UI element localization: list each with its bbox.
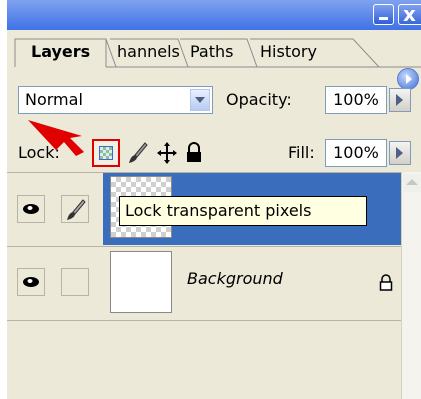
fill-slider-button[interactable] (389, 141, 411, 165)
blend-mode-value: Normal (25, 90, 83, 109)
opacity-slider-button[interactable] (389, 88, 411, 112)
layer-link-toggle[interactable] (61, 268, 89, 296)
minimize-button[interactable] (373, 4, 394, 25)
lock-icon (379, 274, 393, 291)
chevron-down-icon[interactable] (190, 89, 210, 111)
blend-mode-select[interactable]: Normal (18, 86, 213, 114)
tooltip: Lock transparent pixels (119, 196, 367, 226)
tab-paths[interactable]: Paths (190, 38, 233, 66)
fill-input[interactable]: 100% (325, 139, 387, 167)
move-icon[interactable] (156, 141, 178, 165)
opacity-input[interactable]: 100% (325, 86, 387, 114)
layer-name: Background (187, 269, 283, 288)
layer-link-toggle[interactable] (61, 195, 89, 223)
layers-panel: x Layers hannels Paths History Normal Op (7, 0, 421, 399)
brush-icon[interactable] (127, 141, 149, 165)
checker-icon (99, 146, 113, 160)
fill-label: Fill: (288, 143, 315, 162)
panel-menu-button[interactable] (397, 68, 419, 90)
eye-icon (23, 204, 39, 214)
lock-icon[interactable] (184, 141, 204, 165)
close-icon: x (403, 2, 416, 26)
tab-bar: Layers hannels Paths History (7, 30, 421, 90)
title-bar: x (7, 0, 421, 30)
tab-channels[interactable]: hannels (117, 38, 180, 66)
close-button[interactable]: x (398, 2, 421, 26)
lock-transparent-pixels-button[interactable] (92, 139, 120, 167)
opacity-label: Opacity: (226, 90, 292, 109)
layer-row-2[interactable]: Background (7, 247, 401, 319)
layer-visibility-toggle[interactable] (17, 195, 45, 223)
tab-history[interactable]: History (260, 38, 317, 66)
row-divider (7, 320, 401, 321)
layers-scrollbar[interactable] (401, 172, 421, 399)
layer-thumbnail (110, 251, 172, 313)
red-arrow (28, 120, 84, 156)
scroll-up-button[interactable] (403, 174, 421, 192)
tab-layers[interactable]: Layers (22, 38, 90, 66)
layer-visibility-toggle[interactable] (17, 268, 45, 296)
brush-icon (67, 199, 86, 220)
eye-icon (23, 277, 39, 287)
